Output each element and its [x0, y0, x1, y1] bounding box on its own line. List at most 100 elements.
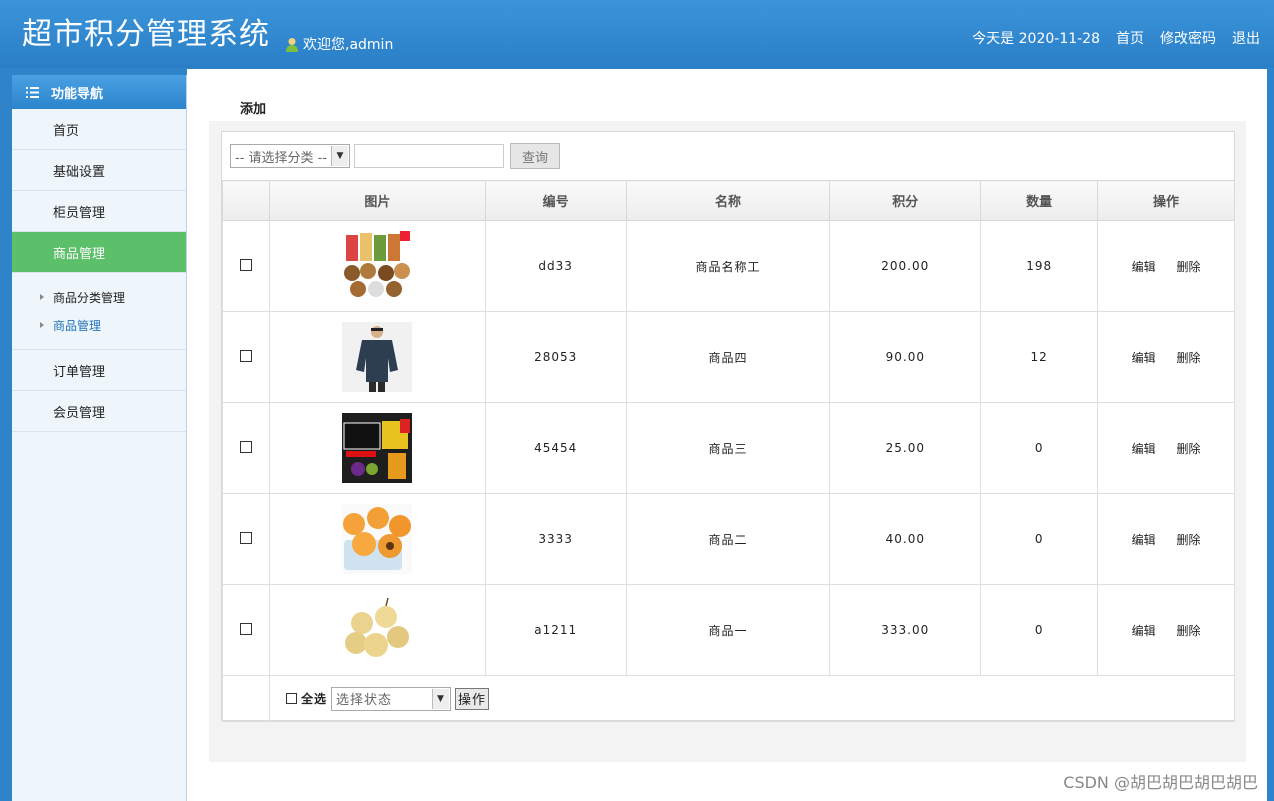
operate-button[interactable]: 操作: [454, 687, 489, 710]
sidebar-submenu: 商品分类管理 商品管理: [12, 273, 186, 350]
row-code: 28053: [484, 311, 627, 403]
row-name: 商品三: [625, 402, 831, 494]
status-select[interactable]: 选择状态 ▼: [330, 686, 451, 711]
row-quantity: 12: [980, 311, 1099, 403]
delete-link[interactable]: 删除: [1176, 258, 1200, 275]
main-content: 添加 -- 请选择分类 -- ▼ 查询 图片 编号 名称 积分 数量 操作 dd…: [187, 69, 1267, 801]
column-header: 编号: [484, 180, 627, 221]
pear-fruit-image: [342, 595, 413, 665]
content-panel: -- 请选择分类 -- ▼ 查询 图片 编号 名称 积分 数量 操作 dd33 …: [209, 121, 1246, 762]
triangle-right-icon: [40, 294, 44, 300]
welcome-message: 欢迎您,admin: [285, 34, 393, 54]
table-row: 45454 商品三 25.00 0 编辑 删除: [222, 402, 1235, 494]
sidebar-item-home[interactable]: 首页: [12, 109, 186, 150]
row-points: 90.00: [829, 311, 982, 403]
batch-controls: 全选 选择状态 ▼ 操作: [270, 686, 1234, 711]
row-quantity: 198: [980, 220, 1099, 312]
sidebar-item-product-management[interactable]: 商品管理: [12, 232, 186, 273]
sidebar: 功能导航 首页 基础设置 柜员管理 商品管理 商品分类管理 商品管理 订单管理 …: [12, 75, 187, 801]
row-checkbox[interactable]: [239, 440, 252, 453]
edit-link[interactable]: 编辑: [1132, 349, 1156, 366]
row-checkbox[interactable]: [239, 258, 252, 271]
top-links: 今天是 2020-11-28 首页 修改密码 退出: [972, 28, 1260, 48]
row-code: 45454: [484, 402, 627, 494]
row-points: 40.00: [829, 493, 982, 585]
promo-poster-image: [342, 413, 413, 483]
row-name: 商品四: [625, 311, 831, 403]
app-title: 超市积分管理系统: [22, 17, 270, 52]
home-link[interactable]: 首页: [1116, 28, 1144, 48]
list-icon: [26, 86, 39, 98]
delete-link[interactable]: 删除: [1176, 531, 1200, 548]
select-all-checkbox[interactable]: [285, 693, 297, 704]
column-header: 名称: [625, 180, 831, 221]
sidebar-subitem-label: 商品管理: [53, 318, 102, 333]
row-name: 商品名称工: [625, 220, 831, 312]
row-points: 25.00: [829, 402, 982, 494]
row-points: 333.00: [829, 584, 982, 676]
column-header: 操作: [1097, 180, 1235, 221]
row-quantity: 0: [980, 584, 1099, 676]
select-all-label: 全选: [300, 692, 327, 706]
table-footer-row: 全选 选择状态 ▼ 操作: [222, 675, 1236, 722]
sidebar-item-orders[interactable]: 订单管理: [12, 350, 186, 391]
column-header: 积分: [829, 180, 982, 221]
sidebar-heading: 功能导航: [12, 75, 186, 109]
row-code: 3333: [484, 493, 627, 585]
change-password-link[interactable]: 修改密码: [1160, 28, 1216, 48]
row-quantity: 0: [980, 402, 1099, 494]
search-input[interactable]: [354, 144, 504, 168]
sidebar-subitem-products[interactable]: 商品管理: [12, 311, 186, 339]
triangle-right-icon: [40, 322, 44, 328]
sidebar-subitem-category[interactable]: 商品分类管理: [12, 283, 186, 311]
edit-link[interactable]: 编辑: [1132, 531, 1156, 548]
status-select-value: 选择状态: [335, 693, 392, 708]
row-checkbox[interactable]: [239, 531, 252, 544]
apricot-fruit-image: [342, 504, 413, 574]
row-checkbox[interactable]: [239, 622, 252, 635]
snack-nuts-image: [344, 231, 411, 297]
row-name: 商品一: [625, 584, 831, 676]
chevron-down-icon[interactable]: ▼: [331, 146, 348, 166]
jacket-man-image: [342, 322, 413, 392]
date-text: 今天是 2020-11-28: [972, 31, 1100, 47]
column-header: 数量: [980, 180, 1099, 221]
header-checkbox-cell: [222, 180, 270, 221]
row-name: 商品二: [625, 493, 831, 585]
search-bar: -- 请选择分类 -- ▼ 查询: [230, 143, 560, 169]
sidebar-heading-label: 功能导航: [51, 86, 104, 102]
row-checkbox[interactable]: [239, 349, 252, 362]
table-row: 28053 商品四 90.00 12 编辑 删除: [222, 311, 1235, 403]
category-select[interactable]: -- 请选择分类 -- ▼: [230, 144, 350, 168]
sidebar-item-teller-management[interactable]: 柜员管理: [12, 191, 186, 232]
column-header: 图片: [268, 180, 486, 221]
query-button[interactable]: 查询: [510, 143, 560, 169]
table-row: dd33 商品名称工 200.00 198 编辑 删除: [222, 220, 1235, 312]
row-code: dd33: [484, 220, 627, 312]
delete-link[interactable]: 删除: [1176, 440, 1200, 457]
user-icon: [286, 37, 298, 52]
table-header-row: 图片 编号 名称 积分 数量 操作: [222, 180, 1235, 221]
row-points: 200.00: [829, 220, 982, 312]
chevron-down-icon[interactable]: ▼: [431, 688, 449, 709]
table-row: 3333 商品二 40.00 0 编辑 删除: [222, 493, 1235, 585]
category-select-value: -- 请选择分类 --: [235, 150, 328, 166]
sidebar-item-members[interactable]: 会员管理: [12, 391, 186, 432]
sidebar-item-basic-settings[interactable]: 基础设置: [12, 150, 186, 191]
table-row: a1211 商品一 333.00 0 编辑 删除: [222, 584, 1235, 676]
row-quantity: 0: [980, 493, 1099, 585]
sidebar-subitem-label: 商品分类管理: [53, 290, 126, 305]
welcome-text: 欢迎您,admin: [303, 37, 394, 53]
row-code: a1211: [484, 584, 627, 676]
add-button[interactable]: 添加: [240, 98, 266, 117]
list-container: -- 请选择分类 -- ▼ 查询 图片 编号 名称 积分 数量 操作 dd33 …: [221, 131, 1236, 722]
edit-link[interactable]: 编辑: [1132, 440, 1156, 457]
top-header: 超市积分管理系统 欢迎您,admin 今天是 2020-11-28 首页 修改密…: [0, 0, 1274, 68]
logout-link[interactable]: 退出: [1232, 28, 1260, 48]
product-table: 图片 编号 名称 积分 数量 操作 dd33 商品名称工 200.00 198 …: [222, 180, 1236, 722]
delete-link[interactable]: 删除: [1176, 622, 1200, 639]
edit-link[interactable]: 编辑: [1132, 622, 1156, 639]
edit-link[interactable]: 编辑: [1132, 258, 1156, 275]
watermark: CSDN @胡巴胡巴胡巴胡巴: [1063, 773, 1258, 792]
delete-link[interactable]: 删除: [1176, 349, 1200, 366]
